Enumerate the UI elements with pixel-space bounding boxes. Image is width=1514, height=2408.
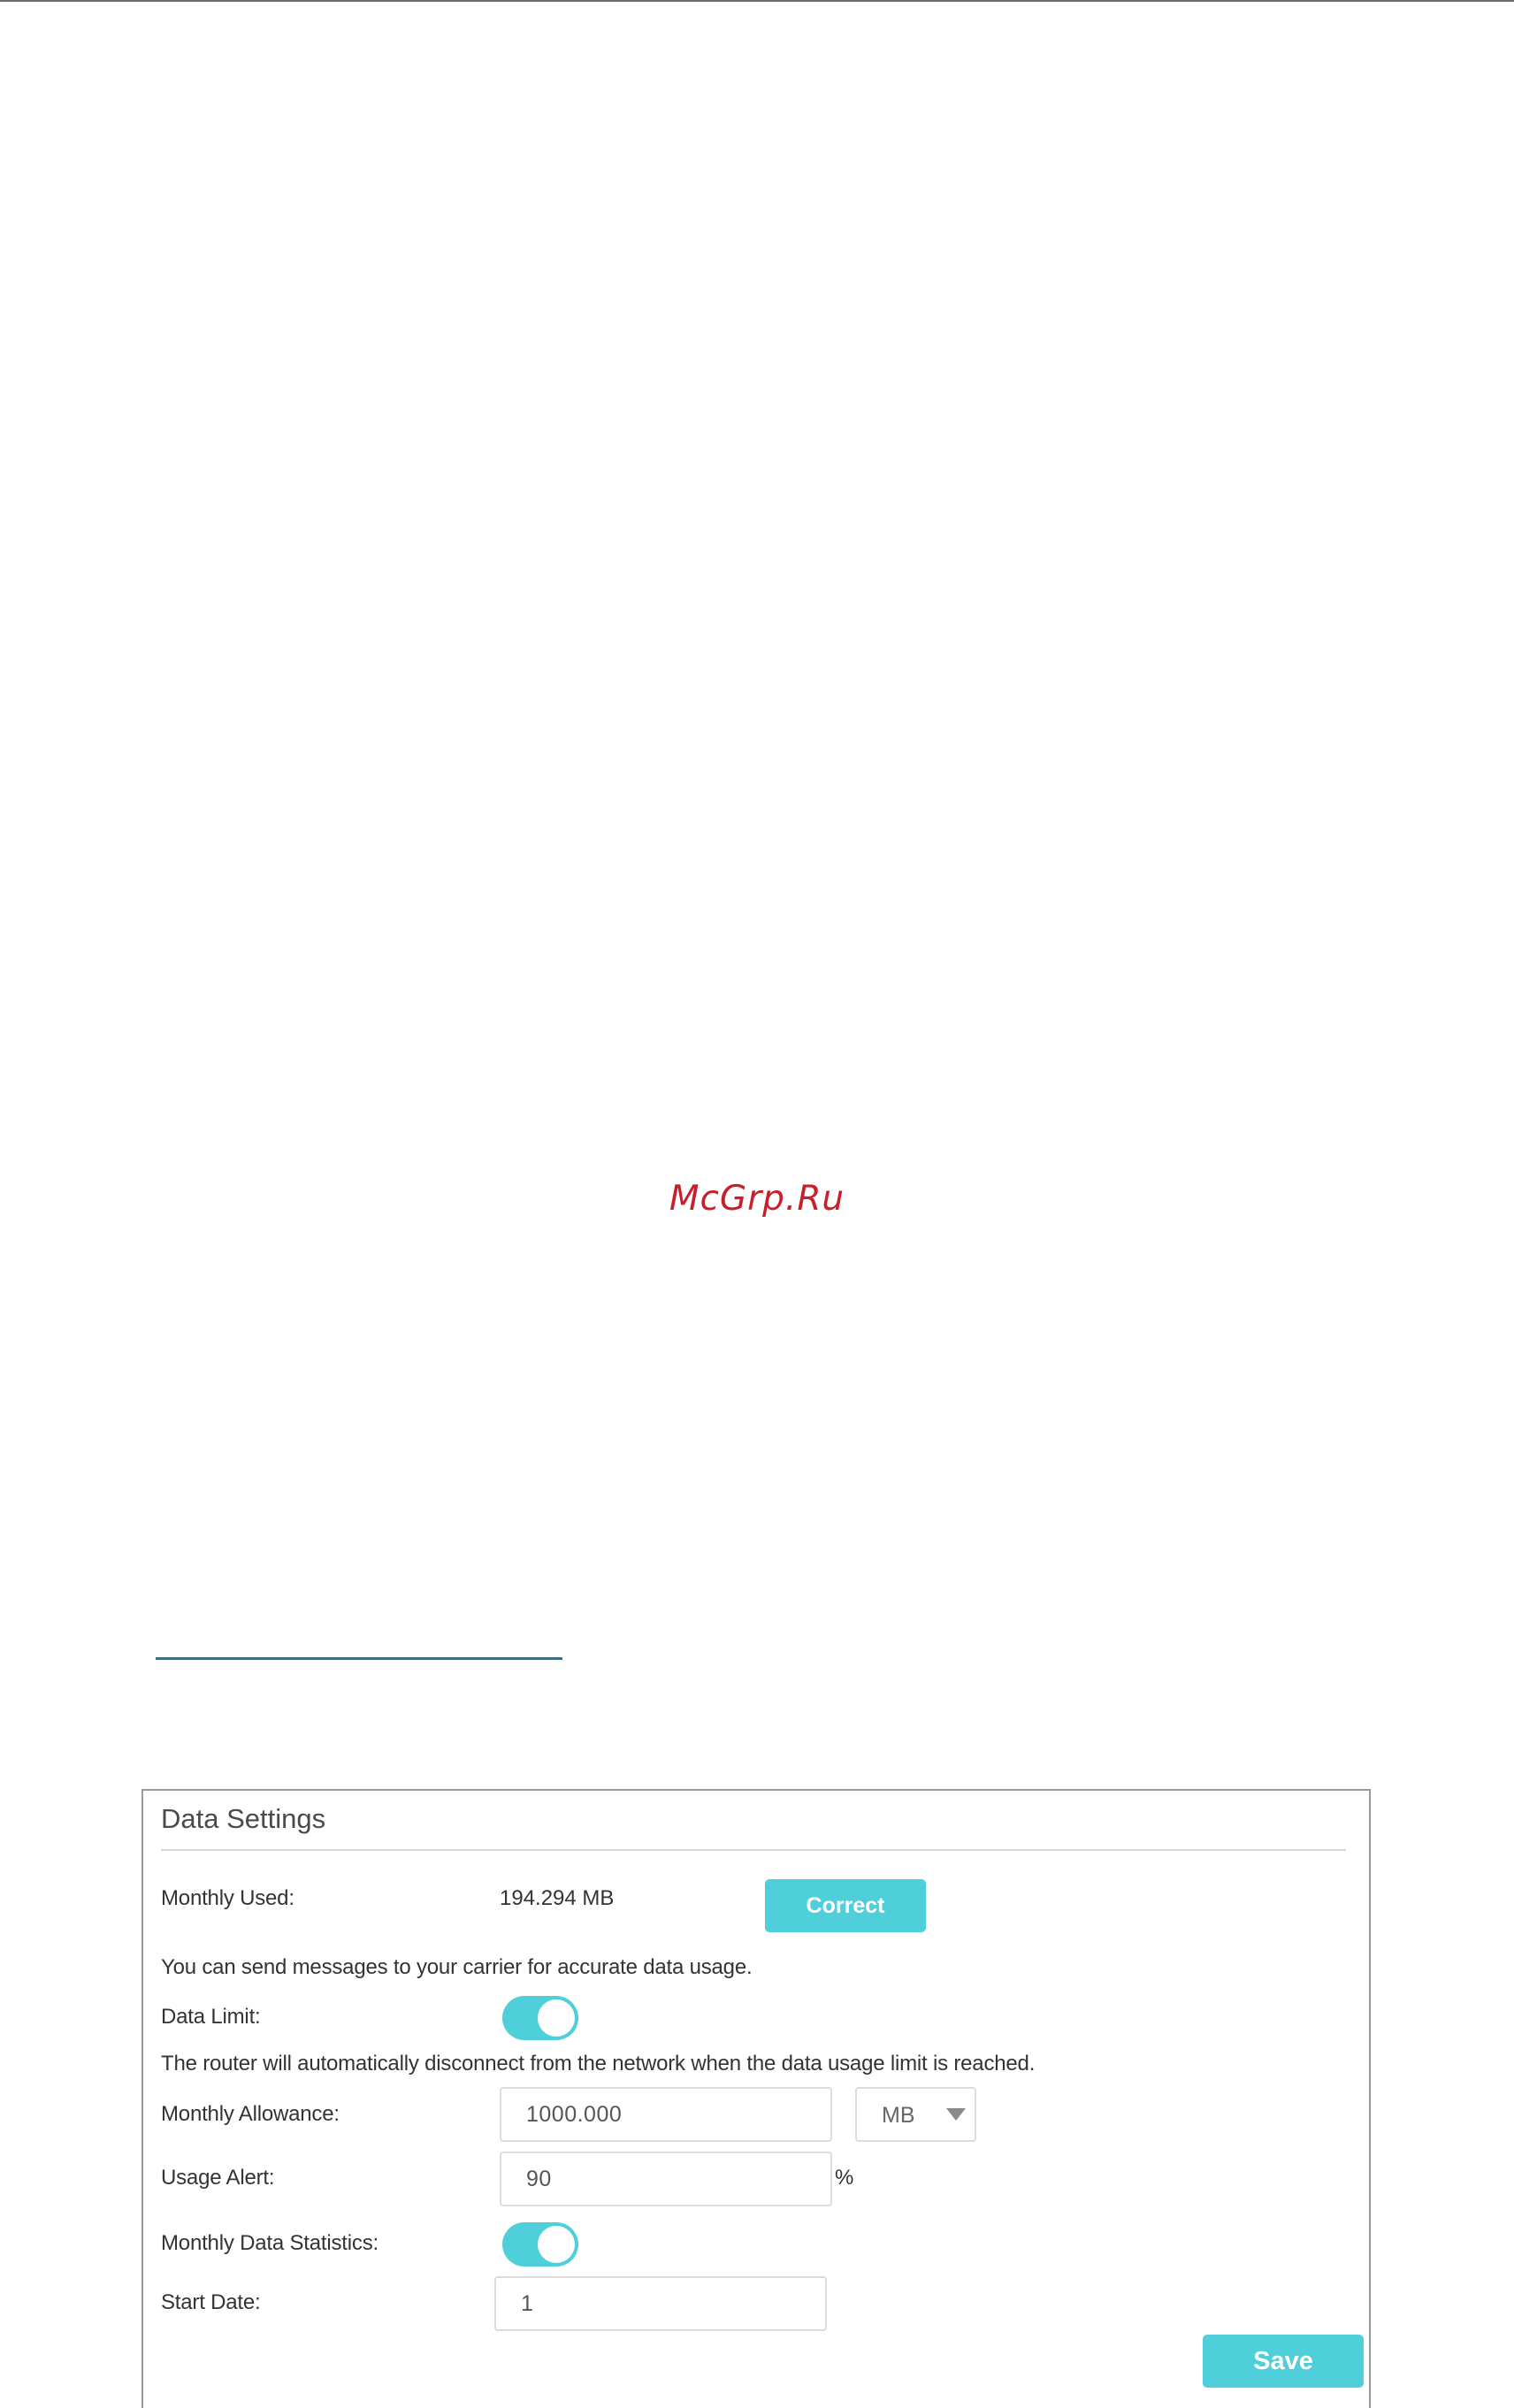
monthly-stats-label: Monthly Data Statistics:: [161, 2231, 378, 2255]
usage-alert-unit: %: [835, 2166, 854, 2190]
usage-alert-label: Usage Alert:: [161, 2166, 275, 2190]
start-date-label: Start Date:: [161, 2290, 261, 2314]
panel-title: Data Settings: [161, 1803, 326, 1834]
title-divider: [161, 1849, 1346, 1851]
data-settings-panel: Data Settings Monthly Used: 194.294 MB C…: [141, 1789, 1371, 2408]
toggle-knob: [538, 1999, 575, 2037]
usage-alert-input[interactable]: [500, 2152, 832, 2206]
data-limit-toggle[interactable]: [502, 1996, 578, 2040]
monthly-used-label: Monthly Used:: [161, 1886, 294, 1910]
save-button[interactable]: Save: [1203, 2335, 1364, 2388]
monthly-allowance-input[interactable]: [500, 2087, 832, 2142]
data-limit-label: Data Limit:: [161, 2005, 261, 2029]
correct-button[interactable]: Correct: [765, 1879, 926, 1932]
allowance-unit-select[interactable]: MB: [855, 2087, 976, 2142]
disconnect-note: The router will automatically disconnect…: [161, 2052, 1036, 2075]
top-border-line: [0, 0, 1514, 2]
chevron-down-icon: [946, 2108, 966, 2121]
monthly-used-value: 194.294 MB: [500, 1886, 615, 1910]
underline-rule: [156, 1657, 562, 1660]
carrier-note: You can send messages to your carrier fo…: [161, 1955, 753, 1979]
start-date-input[interactable]: [494, 2276, 827, 2331]
allowance-unit-value: MB: [882, 2103, 915, 2128]
monthly-stats-toggle[interactable]: [502, 2222, 578, 2267]
toggle-knob: [538, 2226, 575, 2263]
watermark-text: McGrp.Ru: [669, 1179, 845, 1219]
monthly-allowance-label: Monthly Allowance:: [161, 2102, 340, 2126]
